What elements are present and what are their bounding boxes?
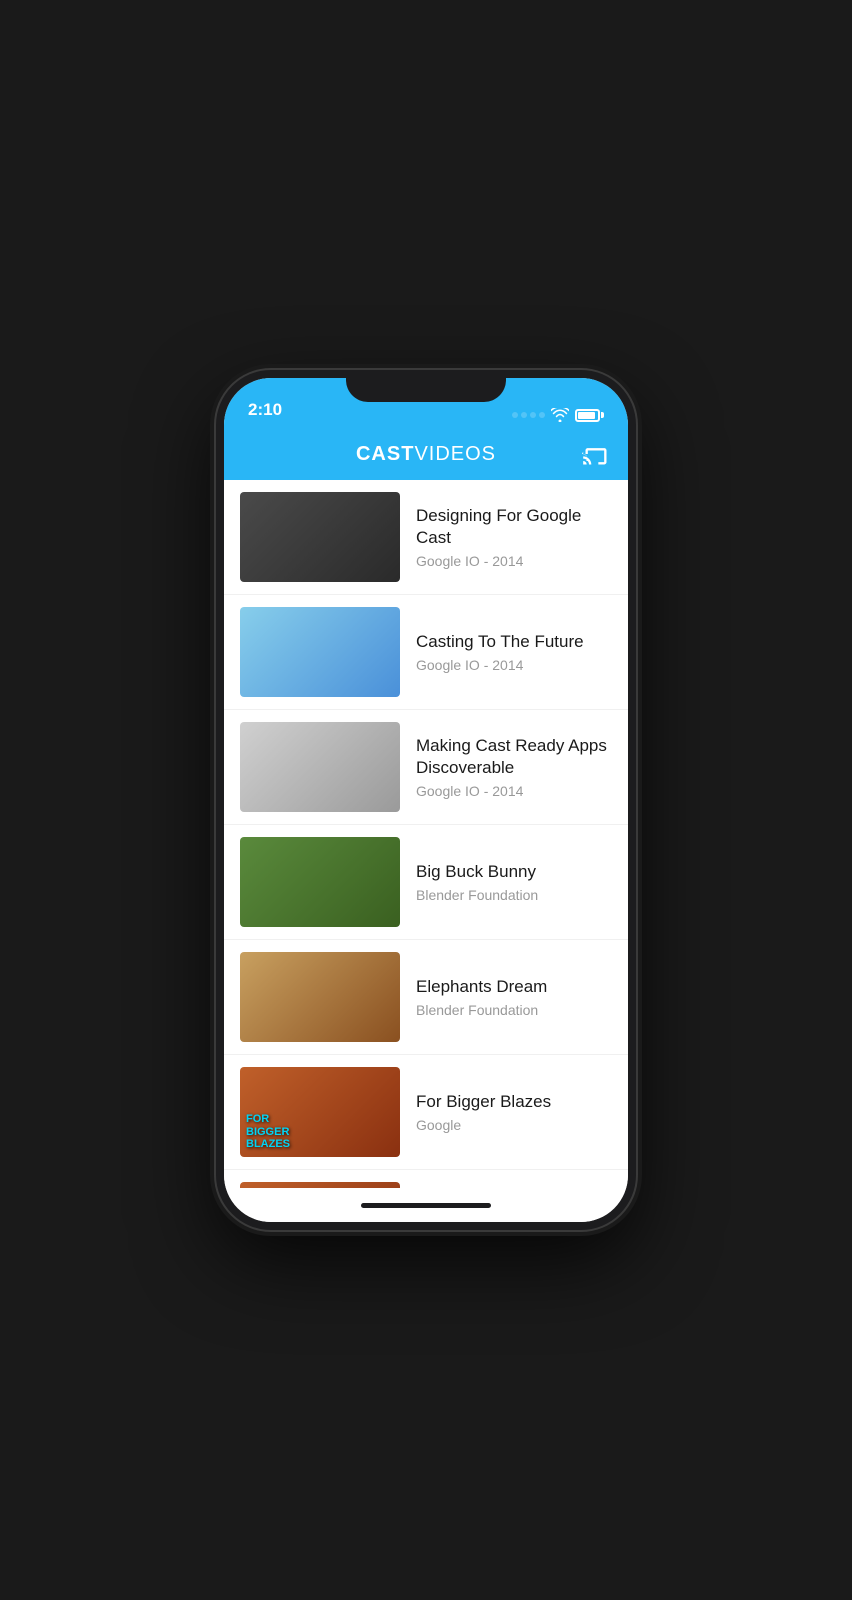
video-info: Casting To The Future Google IO - 2014 [416, 631, 612, 673]
video-subtitle: Google IO - 2014 [416, 657, 612, 673]
app-title: CASTVIDEOS [356, 443, 496, 466]
video-thumbnail [240, 722, 400, 812]
video-thumbnail [240, 952, 400, 1042]
video-title: Designing For Google Cast [416, 505, 612, 549]
video-thumbnail: FORBIGGERESCAPES [240, 1182, 400, 1188]
video-info: For Bigger Blazes Google [416, 1091, 612, 1133]
video-list-item[interactable]: FORBIGGERESCAPESFor Bigger EscapeGoogle [224, 1170, 628, 1188]
phone-notch [346, 370, 506, 402]
wifi-icon [551, 408, 569, 422]
video-subtitle: Blender Foundation [416, 1002, 612, 1018]
video-title: For Bigger Blazes [416, 1091, 612, 1113]
thumbnail-overlay-text: FORBIGGERBLAZES [246, 1113, 290, 1151]
video-list-container[interactable]: Designing For Google Cast Google IO - 201… [224, 480, 628, 1188]
video-info: Elephants Dream Blender Foundation [416, 976, 612, 1018]
video-thumbnail [240, 607, 400, 697]
cast-button[interactable] [580, 440, 612, 468]
video-list: Designing For Google Cast Google IO - 201… [224, 480, 628, 1188]
video-list-item[interactable]: Making Cast Ready Apps Discoverable Googl… [224, 710, 628, 825]
phone-screen: 2:10 [224, 378, 628, 1222]
video-list-item[interactable]: Designing For Google Cast Google IO - 201… [224, 480, 628, 595]
video-info: Designing For Google Cast Google IO - 201… [416, 505, 612, 569]
video-info: Making Cast Ready Apps Discoverable Googl… [416, 735, 612, 799]
video-subtitle: Google IO - 2014 [416, 553, 612, 569]
video-list-item[interactable]: Elephants Dream Blender Foundation [224, 940, 628, 1055]
video-list-item[interactable]: Casting To The Future Google IO - 2014 [224, 595, 628, 710]
video-title: Casting To The Future [416, 631, 612, 653]
phone-device: 2:10 [216, 370, 636, 1230]
video-subtitle: Google [416, 1117, 612, 1133]
signal-icon [512, 412, 545, 418]
home-bar [361, 1203, 491, 1208]
nav-bar: CASTVIDEOS [224, 428, 628, 480]
video-thumbnail [240, 492, 400, 582]
video-title: Making Cast Ready Apps Discoverable [416, 735, 612, 779]
home-indicator [224, 1188, 628, 1222]
video-list-item[interactable]: FORBIGGERBLAZES For Bigger Blazes Google [224, 1055, 628, 1170]
video-title: Elephants Dream [416, 976, 612, 998]
battery-icon [575, 409, 604, 422]
video-title: Big Buck Bunny [416, 861, 612, 883]
status-icons [512, 408, 604, 422]
status-time: 2:10 [248, 400, 512, 422]
video-info: Big Buck Bunny Blender Foundation [416, 861, 612, 903]
app-title-light: VIDEOS [414, 443, 496, 465]
video-subtitle: Google IO - 2014 [416, 783, 612, 799]
app-title-bold: CAST [356, 443, 414, 465]
video-list-item[interactable]: Big Buck Bunny Blender Foundation [224, 825, 628, 940]
video-thumbnail [240, 837, 400, 927]
video-thumbnail: FORBIGGERBLAZES [240, 1067, 400, 1157]
video-subtitle: Blender Foundation [416, 887, 612, 903]
